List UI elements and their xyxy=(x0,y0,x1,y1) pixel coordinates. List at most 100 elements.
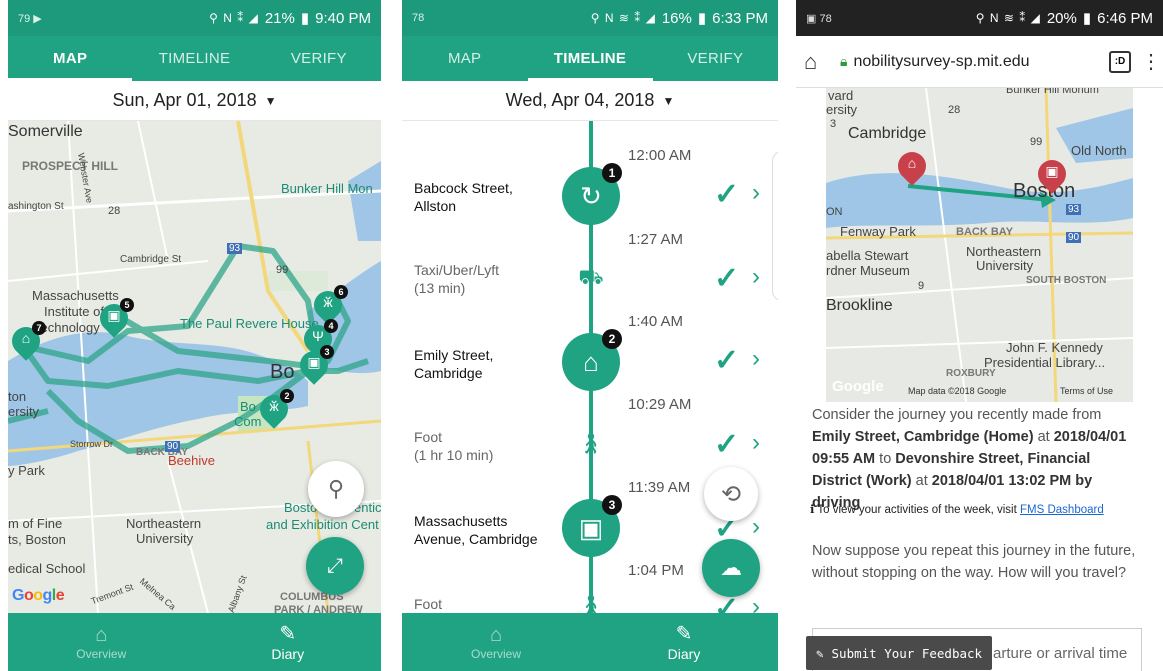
google-logo: Google xyxy=(832,378,884,395)
status-bar: 78 ⚲ N ≋ ⁑ ◢ 16% ▮ 6:33 PM xyxy=(402,0,778,36)
status-icons: ⚲ N ⁑ ◢ xyxy=(209,11,259,25)
nav-overview-label: Overview xyxy=(470,647,521,661)
tab-bar: MAP TIMELINE VERIFY xyxy=(402,36,778,81)
nav-overview[interactable]: ⌂ Overview xyxy=(402,613,590,671)
side-drawer-handle[interactable] xyxy=(772,151,778,301)
map-label-cambridge-st: Cambridge St xyxy=(120,254,182,265)
upload-fab[interactable]: ☁ xyxy=(702,539,760,597)
map-label-mfa-1: m of Fine xyxy=(8,516,63,531)
map-label-route90: 90 xyxy=(165,441,181,452)
date-label: Wed, Apr 04, 2018 xyxy=(505,90,655,110)
verify-check-icon[interactable]: ✓ xyxy=(714,177,739,212)
overflow-menu-icon[interactable]: ⋮ xyxy=(1141,49,1161,74)
map-label-washington: ashington St xyxy=(8,201,64,212)
location-fab[interactable]: ⚲ xyxy=(308,461,364,517)
date-selector[interactable]: Sun, Apr 01, 2018 ▼ xyxy=(8,81,381,121)
verify-check-icon[interactable]: ✓ xyxy=(714,427,739,462)
map-label-route3: 3 xyxy=(830,118,837,130)
phone-survey-view: ▣ 78 ⚲ N ≋ ⁑ ◢ 20% ▮ 6:46 PM ⌂ 🔒︎ nobili… xyxy=(796,0,1163,671)
map-label-mit-1: Massachusetts xyxy=(32,288,119,303)
dashboard-link[interactable]: FMS Dashboard xyxy=(1020,504,1104,516)
map-label-isabella-1: abella Stewart xyxy=(826,248,909,263)
submit-feedback-button[interactable]: ✎ Submit Your Feedback xyxy=(806,636,993,670)
terms-link[interactable]: Terms of Use xyxy=(1060,386,1113,396)
trip-pin-work[interactable]: ▣ 5 xyxy=(94,298,134,338)
battery-icon: ▮ xyxy=(300,10,310,27)
map-label-route9: 9 xyxy=(918,280,925,292)
map-label-ersity: ersity xyxy=(8,404,40,419)
tab-verify[interactable]: VERIFY xyxy=(653,36,778,81)
chevron-right-icon[interactable]: › xyxy=(752,429,760,457)
nav-overview[interactable]: ⌂ Overview xyxy=(8,613,195,671)
expand-fab[interactable]: ⤢ xyxy=(306,537,364,595)
timeline-time: 1:27 AM xyxy=(628,231,684,248)
nav-diary-label: Diary xyxy=(667,646,701,662)
date-label: Sun, Apr 01, 2018 xyxy=(112,90,257,110)
battery-level: 16% xyxy=(661,9,692,27)
tab-indicator xyxy=(8,78,132,81)
chevron-right-icon[interactable]: › xyxy=(752,513,760,541)
chevron-right-icon[interactable]: › xyxy=(752,263,760,291)
verify-check-icon[interactable]: ✓ xyxy=(714,261,739,296)
map-label-medical: edical School xyxy=(8,561,86,576)
nav-diary[interactable]: ✎ Diary xyxy=(195,613,382,671)
pencil-icon: ✎ xyxy=(816,645,824,661)
trip-map[interactable]: Somerville PROSPECT HILL Bunker Hill Mon… xyxy=(8,121,381,613)
map-label-ston: ton xyxy=(8,389,27,404)
phone-map-view: 79 ▶ ⚲ N ⁑ ◢ 21% ▮ 9:40 PM MAP TIMELINE … xyxy=(8,0,381,671)
map-label-park: y Park xyxy=(8,463,45,478)
verify-check-icon[interactable]: ✓ xyxy=(714,343,739,378)
map-label-beehive: Beehive xyxy=(168,453,215,468)
status-left: ▣ 78 xyxy=(806,12,832,25)
date-selector[interactable]: Wed, Apr 04, 2018 ▼ xyxy=(402,81,778,121)
map-label-route28: 28 xyxy=(108,205,121,217)
tab-switcher-icon[interactable]: :D xyxy=(1109,50,1131,73)
tab-timeline[interactable]: TIMELINE xyxy=(527,36,652,81)
tab-indicator xyxy=(528,78,653,81)
place-node[interactable]: ⌂ 2 xyxy=(562,329,622,391)
map-label-paul-revere: The Paul Revere House xyxy=(180,316,319,331)
location-pin-icon: ⚲ xyxy=(327,476,345,501)
nav-diary[interactable]: ✎ Diary xyxy=(590,613,778,671)
chevron-right-icon[interactable]: › xyxy=(752,179,760,207)
timeline-time: 12:00 AM xyxy=(628,147,692,164)
chevron-right-icon[interactable]: › xyxy=(752,345,760,373)
place-node[interactable]: ↻ 1 xyxy=(562,163,622,225)
status-left: 78 xyxy=(412,12,425,24)
tab-timeline[interactable]: TIMELINE xyxy=(132,36,256,81)
refresh-icon: ↻ xyxy=(580,180,602,211)
survey-question: Now suppose you repeat this journey in t… xyxy=(812,543,1136,581)
home-icon[interactable]: ⌂ xyxy=(804,49,830,75)
trip-pin-work-2[interactable]: ▣ 3 xyxy=(294,345,334,385)
destination-work-pin[interactable]: ▣ xyxy=(1032,154,1072,194)
trip-pin-people-2[interactable]: ӂ 2 xyxy=(254,389,294,429)
timeline-list[interactable]: 12:00 AM Babcock Street, Allston ↻ 1 ✓ › … xyxy=(402,121,778,613)
browser-toolbar: ⌂ 🔒︎ nobilitysurvey-sp.mit.edu :D ⋮ xyxy=(796,36,1163,88)
map-label-route99: 99 xyxy=(1030,136,1043,148)
status-right: ⚲ N ≋ ⁑ ◢ 20% ▮ 6:46 PM xyxy=(976,9,1153,28)
briefcase-icon: ▣ xyxy=(578,512,604,543)
walking-icon: 🚶︎ xyxy=(578,595,604,613)
bottom-nav: ⌂ Overview ✎ Diary xyxy=(402,613,778,671)
history-fab[interactable]: ⟲ xyxy=(704,467,758,521)
place-node[interactable]: ▣ 3 xyxy=(562,495,622,557)
origin-home-pin[interactable]: ⌂ xyxy=(892,146,932,186)
timeline-time: 11:39 AM xyxy=(628,479,691,496)
status-bar: ▣ 78 ⚲ N ≋ ⁑ ◢ 20% ▮ 6:46 PM xyxy=(796,0,1163,36)
trip-mode: Foot (1 hr 10 min) xyxy=(414,429,494,463)
address-bar[interactable]: 🔒︎ nobilitysurvey-sp.mit.edu xyxy=(840,53,1099,71)
trip-pin-home[interactable]: ⌂ 7 xyxy=(8,321,46,361)
battery-level: 21% xyxy=(264,9,295,27)
map-label-brookline: Brookline xyxy=(826,297,893,314)
caret-down-icon: ▼ xyxy=(662,93,675,108)
trip-mode: Foot xyxy=(414,596,443,612)
tab-map[interactable]: MAP xyxy=(402,36,527,81)
journey-map[interactable]: vard ersity 3 Cambridge 28 Bunker Hill M… xyxy=(826,88,1133,402)
tab-verify[interactable]: VERIFY xyxy=(257,36,381,81)
tab-map[interactable]: MAP xyxy=(8,36,132,81)
chevron-right-icon[interactable]: › xyxy=(752,593,760,613)
map-label-south-boston: SOUTH BOSTON xyxy=(1026,275,1107,286)
caret-down-icon: ▼ xyxy=(264,93,277,108)
nav-diary-label: Diary xyxy=(271,646,305,662)
map-attribution: Map data ©2018 Google xyxy=(908,386,1007,396)
